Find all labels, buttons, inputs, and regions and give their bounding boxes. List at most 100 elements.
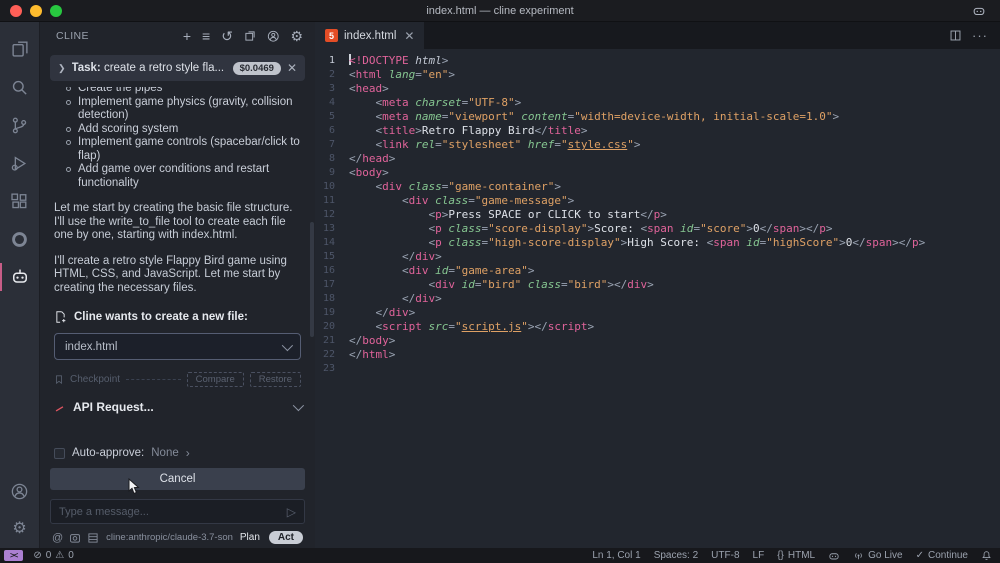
task-close-icon[interactable]: ✕	[287, 61, 297, 75]
new-file-heading: Cline wants to create a new file:	[74, 311, 248, 323]
code-line[interactable]: 9<body>	[315, 166, 1000, 180]
indentation[interactable]: Spaces: 2	[654, 550, 698, 561]
message-input[interactable]	[59, 506, 287, 518]
bookmark-icon	[54, 374, 64, 385]
account-icon[interactable]	[0, 472, 40, 510]
code-line[interactable]: 12 <p>Press SPACE or CLICK to start</p>	[315, 208, 1000, 222]
problems-indicator[interactable]: ⊘ 0 ⚠ 0	[33, 550, 73, 561]
cline-icon[interactable]	[0, 258, 40, 296]
chevron-down-icon[interactable]	[293, 400, 304, 411]
notifications-bell-icon[interactable]	[981, 550, 992, 561]
eol-sequence[interactable]: LF	[753, 550, 765, 561]
auto-approve-label: Auto-approve:	[72, 447, 144, 459]
code-line[interactable]: 5 <meta name="viewport" content="width=d…	[315, 110, 1000, 124]
sidebar-actions: + ≡ ↺ ⚙	[183, 29, 303, 43]
settings-gear-icon[interactable]: ⚙	[0, 510, 40, 548]
todo-item: Create the pipes	[40, 87, 315, 96]
account-icon[interactable]	[267, 30, 280, 43]
extensions-icon[interactable]	[0, 182, 40, 220]
code-line[interactable]: 21</body>	[315, 334, 1000, 348]
continue-button[interactable]: ✓ Continue	[916, 550, 968, 561]
code-line[interactable]: 11 <div class="game-message">	[315, 194, 1000, 208]
act-toggle[interactable]: Act	[269, 531, 303, 544]
explorer-icon[interactable]	[0, 30, 40, 68]
send-icon[interactable]: ▷	[287, 505, 296, 519]
auto-approve-value: None	[151, 447, 179, 459]
code-line[interactable]: 22</html>	[315, 348, 1000, 362]
sidebar-header: CLINE + ≡ ↺ ⚙	[40, 22, 315, 50]
copilot-icon[interactable]	[972, 4, 986, 18]
code-line[interactable]: 13 <p class="score-display">Score: <span…	[315, 222, 1000, 236]
chat-content: Create the pipesImplement game physics (…	[40, 87, 315, 440]
todo-item: Add game over conditions and restart fun…	[40, 163, 315, 190]
code-line[interactable]: 2<html lang="en">	[315, 68, 1000, 82]
code-line[interactable]: 3<head>	[315, 82, 1000, 96]
auto-approve-row[interactable]: Auto-approve: None ›	[54, 446, 301, 460]
status-bar: >< ⊘ 0 ⚠ 0 Ln 1, Col 1 Spaces: 2 UTF-8 L…	[0, 548, 1000, 563]
language-mode[interactable]: {} HTML	[777, 550, 815, 561]
plan-toggle[interactable]: Plan	[240, 532, 260, 543]
file-dropdown-value: index.html	[65, 341, 282, 353]
todo-item: Implement game controls (spacebar/click …	[40, 136, 315, 163]
model-name[interactable]: cline:anthropic/claude-3.7-sonnet	[106, 532, 233, 543]
code-line[interactable]: 4 <meta charset="UTF-8">	[315, 96, 1000, 110]
task-card[interactable]: ❯ Task: create a retro style fla... $0.0…	[50, 55, 305, 81]
source-control-icon[interactable]	[0, 106, 40, 144]
auto-approve-checkbox[interactable]	[54, 448, 65, 459]
code-line[interactable]: 15 </div>	[315, 250, 1000, 264]
error-count: 0	[46, 550, 52, 561]
html5-file-icon: 5	[325, 29, 338, 42]
encoding[interactable]: UTF-8	[711, 550, 739, 561]
braces-icon: {}	[777, 550, 784, 561]
code-line[interactable]: 16 <div id="game-area">	[315, 264, 1000, 278]
cancel-button[interactable]: Cancel	[50, 468, 305, 490]
code-line[interactable]: 18 </div>	[315, 292, 1000, 306]
sidebar-scrollbar[interactable]	[310, 222, 314, 337]
checkpoint-row: Checkpoint Compare Restore	[54, 372, 301, 387]
continue-extension-icon[interactable]	[0, 220, 40, 258]
more-actions-icon[interactable]: ···	[972, 28, 988, 43]
todo-list: Create the pipesImplement game physics (…	[40, 87, 315, 190]
window-title: index.html — cline experiment	[0, 5, 1000, 17]
code-line[interactable]: 23	[315, 362, 1000, 376]
code-line[interactable]: 19 </div>	[315, 306, 1000, 320]
go-live-button[interactable]: Go Live	[853, 550, 902, 561]
code-line[interactable]: 10 <div class="game-container">	[315, 180, 1000, 194]
mcp-servers-icon[interactable]: ≡	[202, 29, 210, 43]
mcp-server-icon[interactable]	[87, 532, 99, 544]
tab-index-html[interactable]: 5 index.html ✕	[315, 22, 424, 49]
search-icon[interactable]	[0, 68, 40, 106]
screenshot-icon[interactable]	[69, 532, 81, 544]
split-editor-icon[interactable]	[949, 29, 962, 42]
tab-close-icon[interactable]: ✕	[404, 29, 414, 43]
file-dropdown[interactable]: index.html	[54, 333, 301, 360]
code-line[interactable]: 6 <title>Retro Flappy Bird</title>	[315, 124, 1000, 138]
task-expand-chevron[interactable]: ❯	[58, 63, 66, 74]
copilot-status-icon[interactable]	[828, 550, 840, 562]
history-icon[interactable]: ↺	[221, 29, 233, 43]
code-line[interactable]: 17 <div id="bird" class="bird"></div>	[315, 278, 1000, 292]
remote-indicator[interactable]: ><	[4, 550, 23, 561]
new-task-icon[interactable]: +	[183, 29, 191, 43]
compare-button[interactable]: Compare	[187, 372, 244, 387]
code-line[interactable]: 14 <p class="high-score-display">High Sc…	[315, 236, 1000, 250]
restore-button[interactable]: Restore	[250, 372, 301, 387]
cline-sidebar: CLINE + ≡ ↺ ⚙	[40, 22, 315, 548]
settings-gear-icon[interactable]: ⚙	[290, 29, 303, 43]
code-line[interactable]: 7 <link rel="stylesheet" href="style.css…	[315, 138, 1000, 152]
api-request-row[interactable]: API Request...	[54, 400, 301, 414]
context-row: @ cline:anthropic/claude-3.7-sonn	[52, 531, 303, 544]
run-debug-icon[interactable]	[0, 144, 40, 182]
code-line[interactable]: 1<!DOCTYPE html>	[315, 54, 1000, 68]
code-editor[interactable]: 1<!DOCTYPE html>2<html lang="en">3<head>…	[315, 49, 1000, 548]
check-icon: ✓	[916, 550, 924, 561]
titlebar: index.html — cline experiment	[0, 0, 1000, 22]
open-in-editor-icon[interactable]	[244, 30, 256, 42]
mention-icon[interactable]: @	[52, 532, 63, 544]
code-line[interactable]: 8</head>	[315, 152, 1000, 166]
error-icon: ⊘	[33, 550, 41, 561]
api-request-label: API Request...	[73, 400, 285, 414]
new-file-heading-row: Cline wants to create a new file:	[54, 310, 301, 324]
cursor-position[interactable]: Ln 1, Col 1	[592, 550, 640, 561]
code-line[interactable]: 20 <script src="script.js"></script>	[315, 320, 1000, 334]
